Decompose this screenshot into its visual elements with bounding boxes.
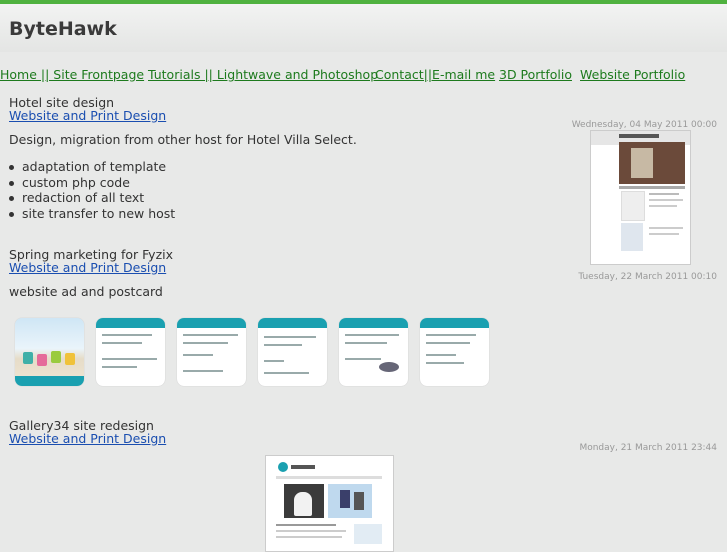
nav-tutorials[interactable]: Tutorials || Lightwave and Photoshop: [148, 67, 378, 82]
post-date: Tuesday, 22 March 2011 00:10: [578, 272, 717, 282]
gallery34-site-screenshot[interactable]: [265, 455, 394, 552]
ad-thumbnail[interactable]: [339, 318, 408, 386]
nav-home[interactable]: Home || Site Frontpage: [0, 67, 144, 82]
post-date: Monday, 21 March 2011 23:44: [579, 443, 717, 453]
ad-thumbnail[interactable]: [420, 318, 489, 386]
list-item: redaction of all text: [9, 190, 175, 206]
hotel-site-screenshot[interactable]: [590, 130, 691, 265]
post-category-link[interactable]: Website and Print Design: [9, 431, 166, 446]
ad-thumbnail[interactable]: [96, 318, 165, 386]
list-item: adaptation of template: [9, 159, 175, 175]
nav-contact[interactable]: Contact||E-mail me: [375, 67, 495, 82]
post-date: Wednesday, 04 May 2011 00:00: [571, 120, 717, 130]
ad-thumbnail[interactable]: [258, 318, 327, 386]
post-intro: website ad and postcard: [9, 284, 163, 299]
post-category-link[interactable]: Website and Print Design: [9, 260, 166, 275]
postcard-thumbnail[interactable]: [15, 318, 84, 386]
nav-3d-portfolio[interactable]: 3D Portfolio: [499, 67, 572, 82]
feature-list: adaptation of template custom php code r…: [9, 159, 175, 221]
nav-website-portfolio[interactable]: Website Portfolio: [580, 67, 685, 82]
ad-thumbnail[interactable]: [177, 318, 246, 386]
site-header: ByteHawk: [0, 4, 727, 52]
post-category-link[interactable]: Website and Print Design: [9, 108, 166, 123]
site-title[interactable]: ByteHawk: [9, 18, 117, 40]
post-intro: Design, migration from other host for Ho…: [9, 132, 357, 147]
list-item: custom php code: [9, 175, 175, 191]
list-item: site transfer to new host: [9, 206, 175, 222]
